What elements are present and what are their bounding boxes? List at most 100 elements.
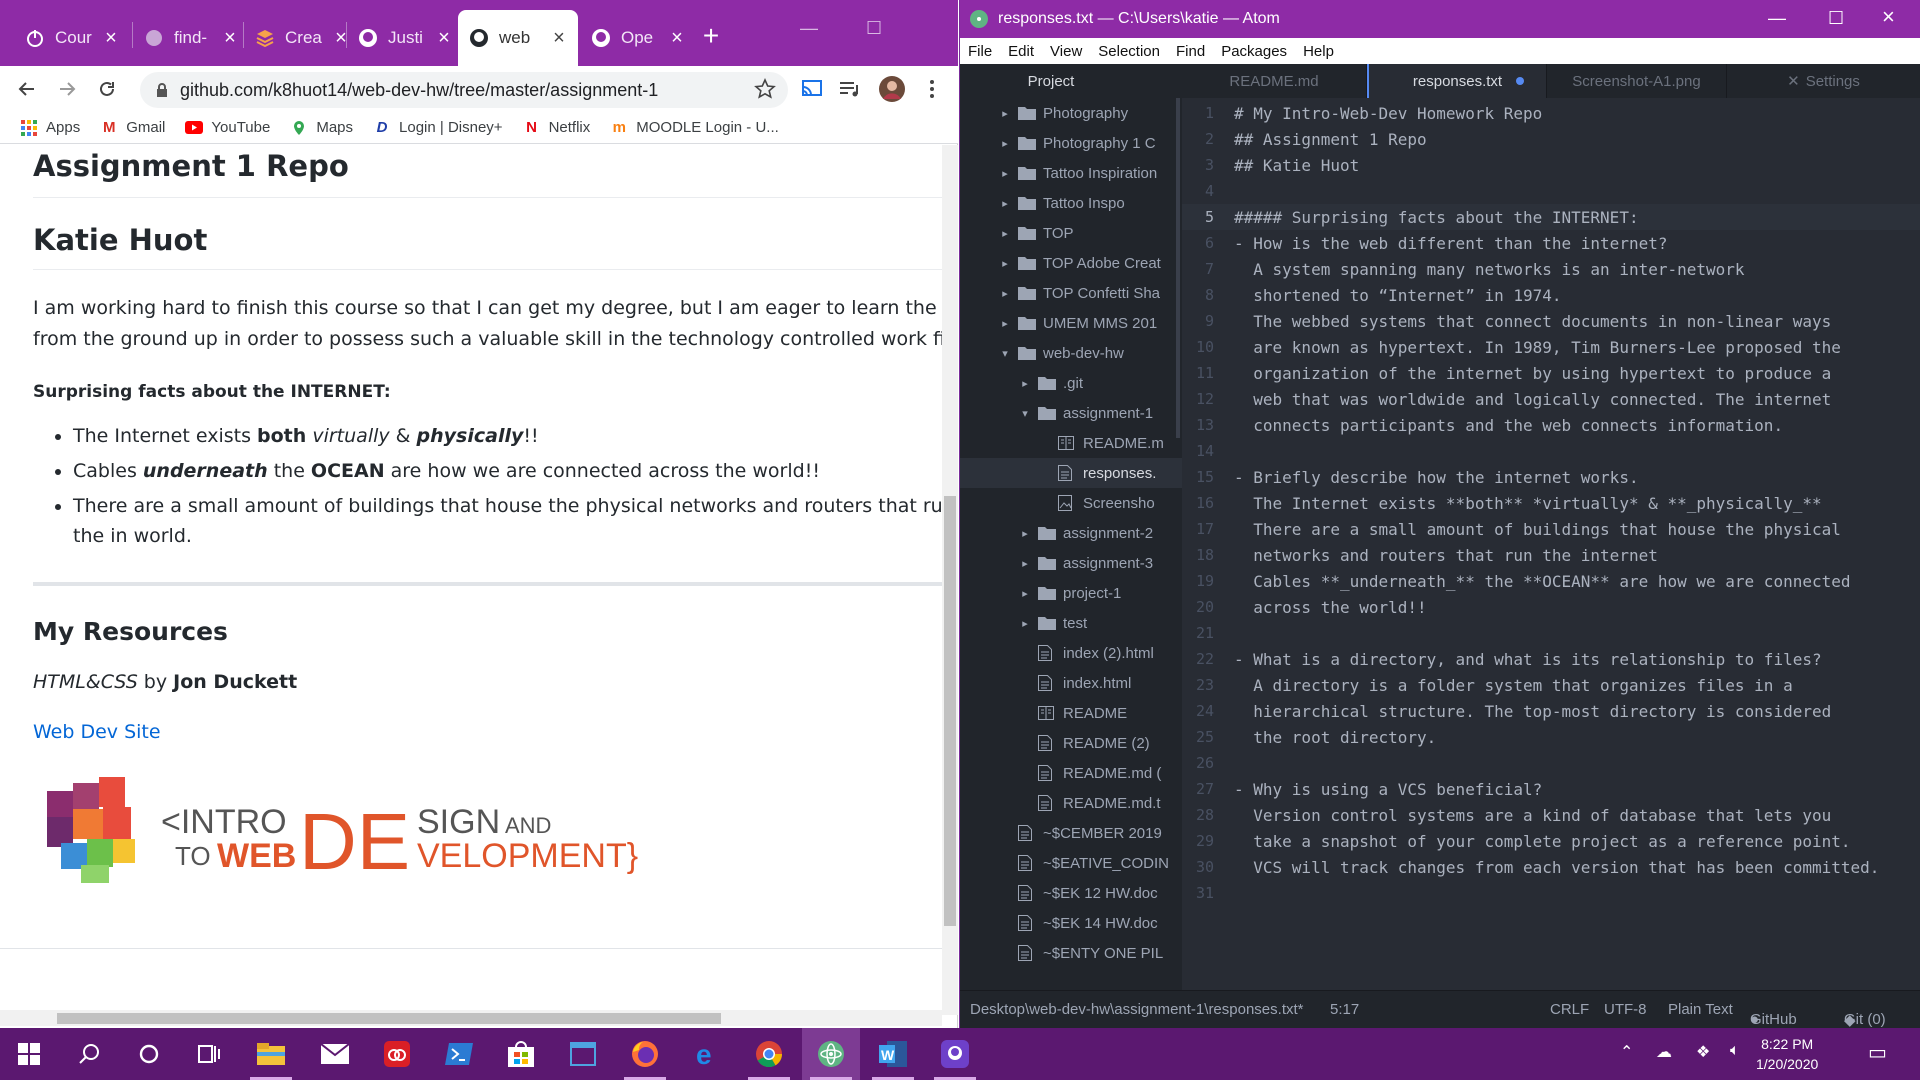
encoding[interactable]: UTF-8 [1604,1001,1647,1018]
system-clock[interactable]: 8:22 PM 1/20/2020 [1756,1034,1818,1074]
edge-icon[interactable]: e [678,1028,736,1080]
more-options-icon[interactable] [918,75,946,103]
new-tab-button[interactable]: + [696,20,726,52]
file-path[interactable]: Desktop\web-dev-hw\assignment-1\response… [970,1001,1304,1018]
bookmark-gmail[interactable]: M Gmail [100,119,165,137]
editor-line[interactable]: 19 Cables **_underneath_** the **OCEAN**… [1182,568,1920,594]
forward-arrow-icon[interactable] [52,74,82,104]
avatar[interactable] [878,75,906,103]
editor-line[interactable]: 9 The webbed systems that connect docume… [1182,308,1920,334]
close-icon[interactable]: × [668,27,686,50]
reload-icon[interactable] [92,74,122,104]
tree-item[interactable]: ▸ assignment-2 [960,518,1182,548]
start-icon[interactable] [0,1028,58,1080]
browser-tab-justi[interactable]: Justi × [347,10,463,66]
editor-line[interactable]: 28 Version control systems are a kind of… [1182,802,1920,828]
minimize-icon[interactable]: — [1768,8,1786,29]
browser-tab-open[interactable]: Ope × [580,10,696,66]
github-desktop-icon[interactable] [926,1028,984,1080]
scrollbar-thumb[interactable] [57,1013,721,1024]
close-icon[interactable]: × [102,27,120,50]
tree-item[interactable]: ▸ Photography 1 C [960,128,1182,158]
editor-line[interactable]: 14 [1182,438,1920,464]
task-view-icon[interactable] [180,1028,238,1080]
maximize-icon[interactable]: ☐ [1828,8,1844,29]
back-arrow-icon[interactable] [12,74,42,104]
close-icon[interactable]: × [221,27,239,50]
powershell-icon[interactable] [430,1028,488,1080]
tab-settings[interactable]: ✕ Settings [1727,64,1920,98]
browser-tab-course[interactable]: Cour × [14,10,130,66]
mail-icon[interactable] [306,1028,364,1080]
line-ending[interactable]: CRLF [1550,1001,1589,1018]
bookmark-disney[interactable]: D Login | Disney+ [373,119,503,137]
menu-file[interactable]: File [968,43,992,60]
editor-line[interactable]: 5 ##### Surprising facts about the INTERN… [1182,204,1920,230]
browser-tab-find[interactable]: find- × [133,10,249,66]
editor-line[interactable]: 23 A directory is a folder system that o… [1182,672,1920,698]
editor-line[interactable]: 4 [1182,178,1920,204]
editor-line[interactable]: 29 take a snapshot of your complete proj… [1182,828,1920,854]
project-tab[interactable]: Project [960,64,1182,98]
cortana-icon[interactable] [120,1028,178,1080]
editor-line[interactable]: 12 web that was worldwide and logically … [1182,386,1920,412]
editor-line[interactable]: 24 hierarchical structure. The top-most … [1182,698,1920,724]
notifications-icon[interactable]: ▭ [1868,1040,1887,1065]
browser-tab-web-active[interactable]: web × [458,10,578,66]
web-dev-site-link[interactable]: Web Dev Site [33,721,161,743]
close-icon[interactable]: × [435,27,453,50]
chrome-icon[interactable] [740,1028,798,1080]
volume-icon[interactable]: 🔈︎ [1730,1042,1740,1060]
bookmark-netflix[interactable]: N Netflix [523,119,590,137]
tab-readme[interactable]: README.md [1182,64,1367,98]
bookmark-youtube[interactable]: YouTube [185,119,270,137]
store-icon[interactable] [492,1028,550,1080]
editor-line[interactable]: 25 the root directory. [1182,724,1920,750]
tree-scrollbar[interactable] [1176,98,1180,438]
editor-line[interactable]: 20 across the world!! [1182,594,1920,620]
tree-item[interactable]: ▸ TOP [960,218,1182,248]
editor-line[interactable]: 26 [1182,750,1920,776]
word-icon[interactable]: W [864,1028,922,1080]
cursor-position[interactable]: 5:17 [1330,1001,1359,1018]
creative-cloud-icon[interactable] [368,1028,426,1080]
editor-line[interactable]: 31 [1182,880,1920,906]
editor-line[interactable]: 6 - How is the web different than the int… [1182,230,1920,256]
editor-line[interactable]: 16 The Internet exists **both** *virtual… [1182,490,1920,516]
tree-item[interactable]: ~$ENTY ONE PIL [960,938,1182,968]
menu-help[interactable]: Help [1303,43,1334,60]
media-queue-icon[interactable] [836,75,864,103]
menu-view[interactable]: View [1050,43,1082,60]
tree-item[interactable]: Screensho [960,488,1182,518]
tree-item[interactable]: ▸ UMEM MMS 201 [960,308,1182,338]
minimize-icon[interactable]: — [800,18,818,39]
tree-item[interactable]: ▸ test [960,608,1182,638]
editor-line[interactable]: 11 organization of the internet by using… [1182,360,1920,386]
grammar[interactable]: Plain Text [1668,1001,1733,1018]
file-explorer-icon[interactable] [242,1028,300,1080]
editor-line[interactable]: 3 ## Katie Huot [1182,152,1920,178]
bookmark-apps[interactable]: Apps [20,119,80,137]
text-editor[interactable]: 1 # My Intro-Web-Dev Homework Repo 2 ## Ass… [1176,98,1920,990]
scrollbar-thumb[interactable] [944,496,956,926]
menu-packages[interactable]: Packages [1221,43,1287,60]
editor-line[interactable]: 18 networks and routers that run the int… [1182,542,1920,568]
tree-item[interactable]: index (2).html [960,638,1182,668]
editor-line[interactable]: 8 shortened to “Internet” in 1974. [1182,282,1920,308]
cast-icon[interactable] [798,75,826,103]
editor-line[interactable]: 7 A system spanning many networks is an … [1182,256,1920,282]
menu-find[interactable]: Find [1176,43,1205,60]
editor-line[interactable]: 21 [1182,620,1920,646]
menu-edit[interactable]: Edit [1008,43,1034,60]
tab-responses[interactable]: responses.txt [1367,64,1547,98]
editor-line[interactable]: 13 connects participants and the web con… [1182,412,1920,438]
tree-item[interactable]: responses. [960,458,1182,488]
tree-item[interactable]: ▾ assignment-1 [960,398,1182,428]
window-app-icon[interactable] [554,1028,612,1080]
tab-screenshot[interactable]: Screenshot-A1.png [1547,64,1727,98]
tree-item[interactable]: README (2) [960,728,1182,758]
close-icon[interactable]: × [1882,4,1895,30]
browser-tab-create[interactable]: Crea × [244,10,360,66]
tree-item[interactable]: ▸ Tattoo Inspiration [960,158,1182,188]
tree-item[interactable]: ~$EK 12 HW.doc [960,878,1182,908]
